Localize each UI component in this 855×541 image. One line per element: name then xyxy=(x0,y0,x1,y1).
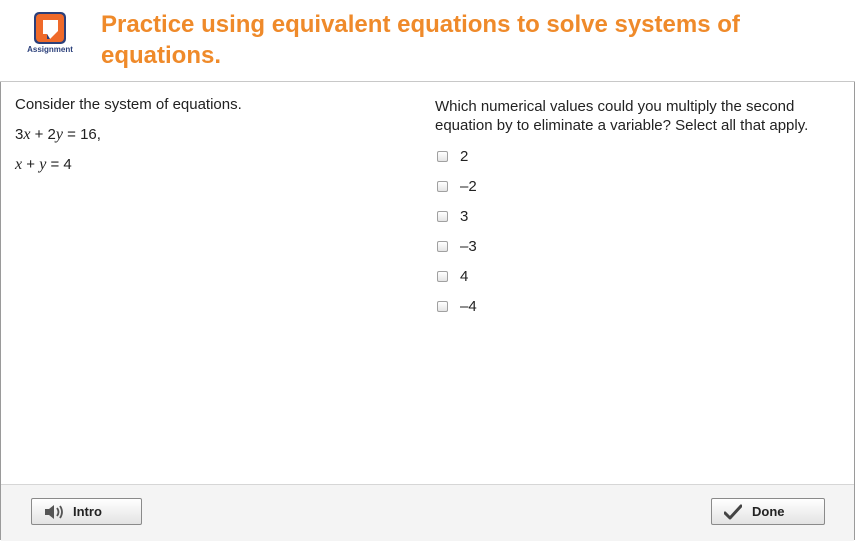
done-button[interactable]: Done xyxy=(711,498,825,525)
option-label: –3 xyxy=(460,237,477,255)
intro-button[interactable]: Intro xyxy=(31,498,142,525)
option-checkbox[interactable] xyxy=(437,270,448,282)
answer-option[interactable]: 4 xyxy=(435,261,835,291)
option-checkbox[interactable] xyxy=(437,180,448,192)
option-checkbox[interactable] xyxy=(437,150,448,162)
answer-option[interactable]: –2 xyxy=(435,171,835,201)
option-checkbox[interactable] xyxy=(437,210,448,222)
page-title: Practice using equivalent equations to s… xyxy=(101,11,740,69)
logo-label: Assignment xyxy=(27,45,73,54)
assignment-logo: Assignment xyxy=(24,12,76,58)
option-label: –2 xyxy=(460,177,477,195)
assignment-icon xyxy=(34,12,66,44)
option-label: 3 xyxy=(460,207,469,225)
speaker-icon xyxy=(45,504,63,519)
footer-bar: Intro Done xyxy=(1,484,854,541)
option-checkbox[interactable] xyxy=(437,240,448,252)
answer-option[interactable]: –4 xyxy=(435,291,835,321)
answer-option[interactable]: –3 xyxy=(435,231,835,261)
eq2-rhs: = 4 xyxy=(46,156,72,173)
header: Assignment Practice using equivalent equ… xyxy=(0,0,855,82)
question-text: Which numerical values could you multipl… xyxy=(435,98,809,134)
problem-pane: Consider the system of equations. 3x + 2… xyxy=(15,95,395,185)
equation-1: 3x + 2y = 16, xyxy=(15,125,395,155)
eq1-var-y: y xyxy=(55,126,63,143)
intro-label: Intro xyxy=(73,504,102,519)
answer-option[interactable]: 2 xyxy=(435,141,835,171)
eq1-mid: + 2 xyxy=(30,126,56,143)
option-label: 2 xyxy=(460,147,469,165)
option-label: 4 xyxy=(460,267,469,285)
problem-prompt: Consider the system of equations. xyxy=(15,96,242,113)
done-label: Done xyxy=(752,504,785,519)
question-pane: Which numerical values could you multipl… xyxy=(435,97,835,321)
answer-option[interactable]: 3 xyxy=(435,201,835,231)
equation-2: x + y = 4 xyxy=(15,155,395,185)
option-label: –4 xyxy=(460,297,477,315)
checkmark-icon xyxy=(724,504,742,519)
eq2-mid: + xyxy=(22,156,40,173)
eq1-rhs: = 16, xyxy=(63,126,101,143)
option-checkbox[interactable] xyxy=(437,300,448,312)
